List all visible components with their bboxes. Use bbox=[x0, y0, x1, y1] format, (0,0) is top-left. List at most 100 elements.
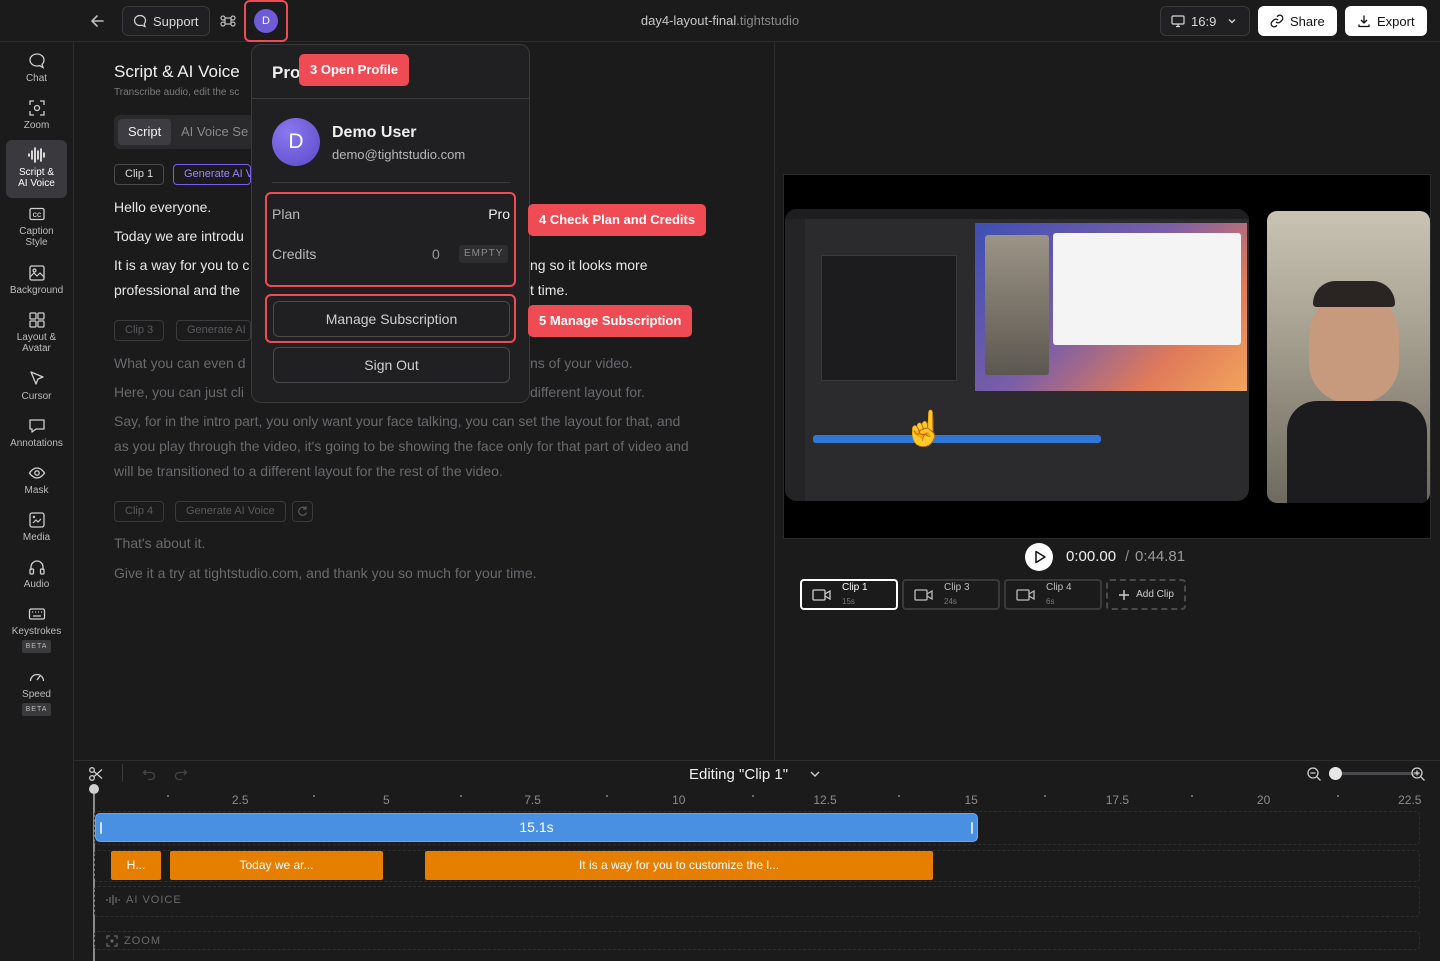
recording-spreadsheet bbox=[1053, 233, 1241, 345]
rail-item-background[interactable]: Background bbox=[6, 264, 67, 298]
sign-out-button[interactable]: Sign Out bbox=[273, 347, 510, 383]
time-separator: / bbox=[1125, 548, 1130, 565]
command-icon[interactable] bbox=[220, 13, 236, 29]
clip-3-chip[interactable]: Clip 3 bbox=[114, 320, 165, 341]
rail-item-zoom[interactable]: Zoom bbox=[6, 99, 67, 133]
share-button[interactable]: Share bbox=[1258, 6, 1337, 36]
ai-voice-label: AI VOICE bbox=[126, 894, 182, 906]
script-line[interactable]: Give it a try at tightstudio.com, and th… bbox=[114, 561, 724, 586]
speedometer-icon bbox=[29, 673, 44, 682]
script-line-tail[interactable]: different layout for. bbox=[530, 380, 730, 405]
play-button[interactable] bbox=[1025, 543, 1053, 571]
timeline: Editing "Clip 1" 2.5 5 7.5 10 12.5 15 17.5 20 22… bbox=[74, 760, 1440, 961]
refresh-icon[interactable] bbox=[292, 501, 313, 522]
callout-manage-subscription: 5 Manage Subscription bbox=[528, 305, 693, 337]
video-preview[interactable]: ☝ bbox=[783, 174, 1431, 539]
support-button[interactable]: Support bbox=[122, 6, 210, 36]
rail-item-keystrokes[interactable]: Keystrokes BETA bbox=[6, 605, 67, 657]
script-line[interactable]: Here, you can just cli bbox=[114, 380, 254, 405]
toolbar-divider bbox=[122, 764, 123, 782]
script-line[interactable]: as you play through the video, it's goin… bbox=[114, 434, 754, 459]
beta-badge: BETA bbox=[21, 640, 52, 653]
generate-ai-voice-button[interactable]: Generate AI V bbox=[173, 164, 251, 185]
clip-duration: 15s bbox=[842, 597, 855, 606]
zoom-frame-icon bbox=[106, 935, 118, 947]
rail-item-speed[interactable]: Speed BETA bbox=[6, 668, 67, 720]
rail-item-chat[interactable]: Chat bbox=[6, 52, 67, 86]
webcam-avatar bbox=[1267, 211, 1430, 503]
clip-1-chip[interactable]: Clip 1 bbox=[114, 164, 165, 185]
script-line-tail[interactable]: t time. bbox=[530, 278, 730, 303]
chat-icon bbox=[28, 53, 45, 69]
ruler-tick-label: 17.5 bbox=[1105, 793, 1130, 807]
total-time: 0:44.81 bbox=[1135, 548, 1186, 565]
rail-item-media[interactable]: Media bbox=[6, 511, 67, 545]
script-line-tail[interactable]: ns of your video. bbox=[530, 351, 730, 376]
clip-bar[interactable]: 15.1s bbox=[95, 813, 978, 842]
clip-card-4[interactable]: Clip 4 6s bbox=[1004, 579, 1102, 610]
rail-label: Audio bbox=[23, 579, 50, 590]
trim-handle-right[interactable] bbox=[971, 822, 973, 834]
script-line[interactable]: What you can even d bbox=[114, 351, 254, 376]
rail-item-cursor[interactable]: Cursor bbox=[6, 370, 67, 404]
user-avatar: D bbox=[272, 118, 320, 166]
script-line-tail[interactable]: ng so it looks more bbox=[530, 253, 730, 278]
add-clip-button[interactable]: Add Clip bbox=[1106, 579, 1186, 610]
back-arrow-icon[interactable] bbox=[88, 11, 108, 31]
chat-bubble-icon bbox=[133, 14, 147, 28]
avatar[interactable]: D bbox=[254, 9, 278, 33]
clip-card-3[interactable]: Clip 3 24s bbox=[902, 579, 1000, 610]
rail-item-annotations[interactable]: Annotations bbox=[6, 417, 67, 451]
manage-subscription-highlight bbox=[265, 294, 516, 343]
export-button[interactable]: Export bbox=[1345, 6, 1427, 36]
rail-label: Chat bbox=[25, 73, 48, 84]
aspect-ratio-select[interactable]: 16:9 bbox=[1160, 6, 1250, 36]
zoom-slider-thumb[interactable] bbox=[1329, 767, 1342, 780]
generate-ai-voice-button[interactable]: Generate AI Voice bbox=[175, 501, 286, 522]
beta-badge: BETA bbox=[21, 703, 52, 716]
ai-voice-track-label: AI VOICE bbox=[106, 894, 182, 906]
ruler-tick-label: 2.5 bbox=[231, 793, 249, 807]
zoom-slider-track[interactable] bbox=[1334, 772, 1420, 775]
playhead-handle[interactable] bbox=[89, 784, 99, 794]
clip-4-chip[interactable]: Clip 4 bbox=[114, 501, 165, 522]
rail-item-layout-avatar[interactable]: Layout & Avatar bbox=[6, 311, 67, 357]
zoom-in-icon[interactable] bbox=[1410, 766, 1426, 782]
video-camera-icon bbox=[1016, 589, 1035, 601]
rail-item-script-ai-voice[interactable]: Script & AI Voice bbox=[6, 140, 67, 198]
caption-segment[interactable]: Today we ar... bbox=[170, 851, 383, 880]
ruler-tick-label: 12.5 bbox=[813, 793, 837, 807]
script-line[interactable]: That's about it. bbox=[114, 531, 724, 556]
tab-script[interactable]: Script bbox=[118, 119, 172, 145]
recording-timeline-bar bbox=[813, 435, 1101, 443]
undo-icon[interactable] bbox=[142, 767, 156, 781]
generate-ai-voice-button[interactable]: Generate AI bbox=[176, 320, 251, 341]
script-line[interactable]: Say, for in the intro part, you only wan… bbox=[114, 409, 754, 434]
chevron-down-icon[interactable] bbox=[808, 767, 822, 781]
zoom-label: ZOOM bbox=[124, 935, 161, 947]
top-bar: Support D day4-layout-final.tightstudio … bbox=[0, 0, 1440, 42]
clip-name: Clip 3 bbox=[944, 582, 970, 593]
caption-segment[interactable]: H... bbox=[111, 851, 161, 880]
ruler-tick-label: 20 bbox=[1256, 793, 1271, 807]
aspect-ratio-label: 16:9 bbox=[1191, 13, 1217, 29]
zoom-out-icon[interactable] bbox=[1306, 766, 1322, 782]
clip-card-1[interactable]: Clip 1 15s bbox=[800, 579, 898, 610]
rail-item-mask[interactable]: Mask bbox=[6, 464, 67, 498]
rail-label: Media bbox=[22, 532, 51, 543]
caption-segment[interactable]: It is a way for you to customize the l..… bbox=[425, 851, 933, 880]
tab-ai-voice[interactable]: AI Voice Se bbox=[181, 119, 248, 145]
rail-item-caption-style[interactable]: CC Caption Style bbox=[6, 205, 67, 251]
editing-clip-label[interactable]: Editing "Clip 1" bbox=[689, 766, 788, 783]
scissors-icon[interactable] bbox=[88, 766, 104, 782]
redo-icon[interactable] bbox=[174, 767, 188, 781]
popup-header: Pro bbox=[272, 63, 301, 82]
chevron-down-icon bbox=[1228, 19, 1236, 24]
script-line[interactable]: will be transitioned to a different layo… bbox=[114, 459, 754, 484]
ruler-minor-tick bbox=[459, 795, 462, 797]
rail-item-audio[interactable]: Audio bbox=[6, 558, 67, 592]
ruler-minor-tick bbox=[313, 795, 316, 797]
media-icon bbox=[28, 512, 45, 528]
current-time: 0:00.00 bbox=[1066, 548, 1117, 565]
recording-wallpaper bbox=[975, 223, 1247, 391]
